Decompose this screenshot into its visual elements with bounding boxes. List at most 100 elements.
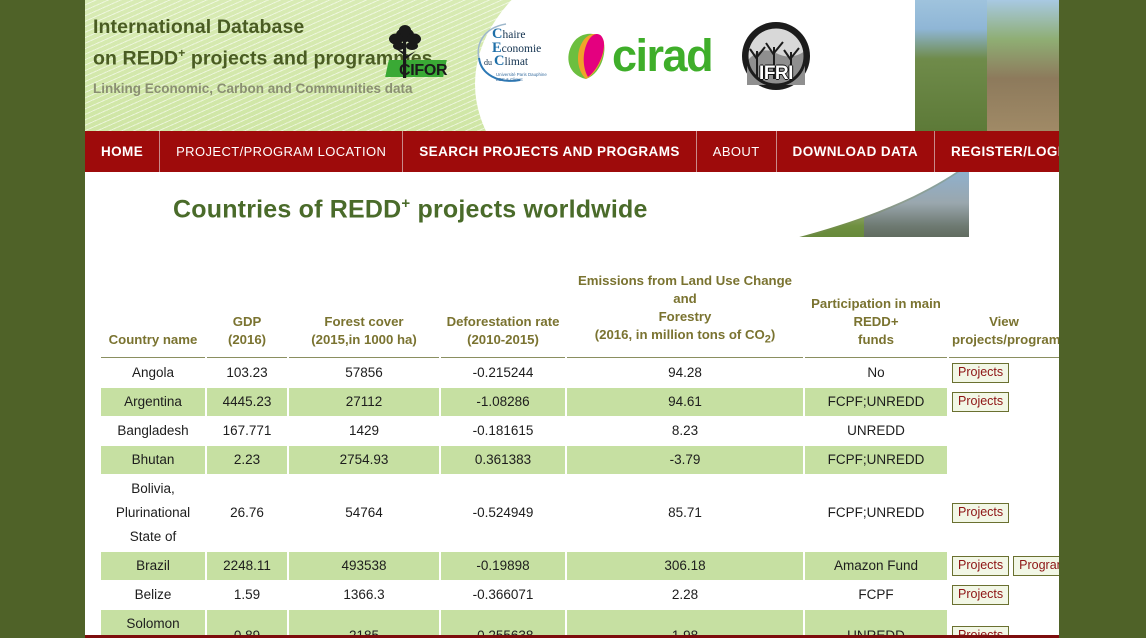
cell-funds: FCPF;UNREDD	[805, 387, 947, 416]
site-header: International Database on REDD+ projects…	[85, 0, 1059, 131]
nav-item-home[interactable]: HOME	[85, 131, 161, 172]
cec-l2: conomie	[501, 42, 542, 55]
column-header-view-projects-programs: View projects/programs	[949, 268, 1059, 358]
nav-item-download-data[interactable]: DOWNLOAD DATA	[777, 131, 935, 172]
table-row: Bhutan 2.23 2754.93 0.361383 -3.79 FCPF;UNRED…	[101, 445, 1059, 474]
cell-country-name: Belize	[134, 586, 172, 602]
cell-gdp: 1.59	[233, 586, 261, 602]
main-navigation: HOME PROJECT/PROGRAM LOCATION SEARCH PRO…	[85, 131, 1059, 172]
cell-deforestation-rate: -1.08286	[441, 387, 565, 416]
cell-gdp: 103.23	[226, 364, 268, 380]
cell-forest-cover: 2185	[289, 609, 439, 638]
cell-forest-cover: 57856	[345, 364, 383, 380]
column-header-gdp: GDP (2016)	[207, 268, 287, 358]
cec-du: du	[484, 58, 494, 67]
cell-funds: FCPF;UNREDD	[827, 504, 925, 520]
cec-l1: haire	[502, 29, 526, 41]
page-content-area: International Database on REDD+ projects…	[85, 0, 1059, 638]
cell-forest-cover: 54764	[345, 504, 383, 520]
cell-view-actions	[949, 417, 1059, 445]
cell-view-actions	[949, 446, 1059, 474]
cec-subtitle: Université Paris Dauphine EDF & Climat	[496, 72, 547, 83]
cell-country-name: Solomon Islands	[101, 609, 205, 638]
nav-item-search-projects-and-programs[interactable]: SEARCH PROJECTS AND PROGRAMS	[403, 131, 697, 172]
header-photo-woman-field	[854, 0, 915, 131]
column-header-forest-cover: Forest cover (2015,in 1000 ha)	[289, 268, 439, 358]
page-title: Countries of REDD+ projects worldwide	[173, 195, 648, 224]
page-title-pre: Countries of REDD	[173, 195, 402, 224]
table-body: Angola 103.23 57856 -0.215244 94.28 No Project…	[101, 359, 1059, 638]
cell-forest-cover: 1429	[348, 422, 380, 438]
cell-gdp: 26.76	[230, 504, 264, 520]
nav-item-about[interactable]: ABOUT	[697, 131, 777, 172]
table-row: Solomon Islands0.892185-0.2556381.98UNRE…	[101, 609, 1059, 638]
cell-country-name: Angola	[131, 364, 175, 380]
cell-country-name: Argentina	[101, 387, 205, 416]
banner-base	[85, 237, 1059, 249]
table-row: Angola 103.23 57856 -0.215244 94.28 No Project…	[101, 359, 1059, 387]
cell-forest-cover: 493538	[289, 551, 439, 580]
table-row: Argentina 4445.23 27112 -1.08286 94.61 FCPF;U…	[101, 387, 1059, 416]
cell-country-name: Bangladesh	[117, 422, 189, 438]
header-title-line2-pre: on REDD	[93, 47, 179, 70]
cirad-leaf-icon	[568, 33, 605, 79]
action-buttons: Projects	[952, 362, 1056, 383]
cell-deforestation-rate: -0.181615	[472, 422, 534, 438]
cell-country-name: Bhutan	[101, 445, 205, 474]
projects-button[interactable]: Projects	[952, 555, 1010, 576]
nav-item-project-program-location[interactable]: PROJECT/PROGRAM LOCATION	[160, 131, 404, 172]
cell-emissions: 94.28	[668, 364, 702, 380]
projects-button[interactable]: Projects	[952, 584, 1010, 605]
cell-deforestation-rate: -0.215244	[472, 364, 534, 380]
cirad-logo[interactable]: cirad	[563, 25, 728, 87]
action-buttons: Projects	[952, 584, 1056, 605]
cell-funds: Amazon Fund	[805, 551, 947, 580]
page-banner: Countries of REDD+ projects worldwide	[85, 172, 1059, 249]
table-row: Belize 1.59 1366.3 -0.366071 2.28 FCPF Project…	[101, 581, 1059, 609]
action-buttons: Projects	[952, 502, 1056, 523]
header-photo-baobab-tree	[915, 0, 987, 131]
programs-button[interactable]: Programs	[1013, 555, 1059, 576]
cell-forest-cover: 2754.93	[289, 445, 439, 474]
action-buttons: ProjectsPrograms	[952, 555, 1059, 576]
countries-table-container: Country name GDP (2016) Forest cover (20…	[85, 249, 1059, 638]
cell-view-actions: Projects	[949, 359, 1059, 387]
nav-item-register-login[interactable]: REGISTER/LOGIN	[935, 131, 1059, 172]
cell-country-name: Brazil	[101, 551, 205, 580]
cell-deforestation-rate: 0.361383	[441, 445, 565, 474]
header-photo-livestock	[987, 0, 1059, 131]
cell-funds: No	[867, 364, 885, 380]
table-header-row: Country name GDP (2016) Forest cover (20…	[101, 268, 1059, 358]
chaire-economie-du-climat-logo[interactable]: Chaire Economie du Climat Université Par…	[472, 20, 550, 92]
page-title-post: projects worldwide	[410, 195, 648, 224]
cell-funds: FCPF	[858, 586, 894, 602]
ifri-wordmark: IFRI	[759, 63, 793, 84]
projects-button[interactable]: Projects	[952, 362, 1010, 383]
cell-gdp: 2248.11	[207, 551, 287, 580]
cell-emissions: 94.61	[567, 387, 803, 416]
cell-view-actions: ProjectsPrograms	[949, 552, 1059, 580]
cell-forest-cover: 1366.3	[343, 586, 385, 602]
projects-button[interactable]: Projects	[952, 391, 1010, 412]
cell-forest-cover: 27112	[289, 387, 439, 416]
action-buttons: Projects	[952, 391, 1056, 412]
cell-emissions: 1.98	[567, 609, 803, 638]
cell-deforestation-rate: -0.366071	[472, 586, 534, 602]
cec-l3: limat	[504, 56, 529, 68]
ifri-logo[interactable]: IFRI	[741, 21, 811, 91]
table-row: Bangladesh 167.771 1429 -0.181615 8.23 UNREDD	[101, 417, 1059, 445]
cell-view-actions: Projects	[949, 581, 1059, 609]
cec-wordmark: Chaire Economie du Climat	[484, 27, 542, 70]
projects-button[interactable]: Projects	[952, 502, 1010, 523]
cell-gdp: 4445.23	[207, 387, 287, 416]
cifor-logo[interactable]: CIFOR	[373, 20, 459, 92]
cell-view-actions: Projects	[949, 475, 1059, 551]
countries-table: Country name GDP (2016) Forest cover (20…	[99, 267, 1059, 638]
cell-emissions: 8.23	[671, 422, 699, 438]
cell-gdp: 0.89	[207, 609, 287, 638]
cell-funds: UNREDD	[847, 422, 905, 438]
partner-logos: CIFOR Chaire Economie du Climat Universi…	[373, 6, 811, 106]
cell-gdp: 2.23	[207, 445, 287, 474]
cell-country-name: Bolivia, Plurinational State of	[115, 480, 191, 544]
cifor-wordmark: CIFOR	[399, 62, 448, 79]
